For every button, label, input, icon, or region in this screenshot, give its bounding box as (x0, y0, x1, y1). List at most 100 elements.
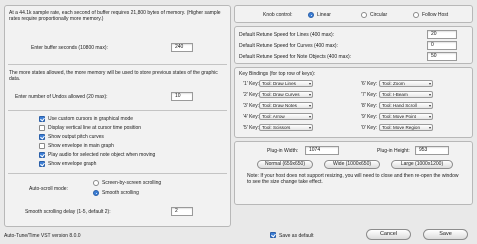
cancel-button[interactable]: Cancel (366, 229, 411, 240)
radio-label: Follow Host (422, 12, 449, 18)
section-divider (8, 64, 227, 65)
popup-value: Tool: Zoom (382, 81, 405, 86)
vertical-line-checkbox[interactable] (39, 125, 45, 131)
plugin-width-field[interactable]: 1074 (305, 146, 339, 155)
save-default-checkbox[interactable] (270, 232, 276, 238)
retune-speed-panel: Default Retune Speed for Lines (400 max)… (234, 26, 473, 64)
popup-value: Tool: Move Region (382, 125, 421, 130)
undo-count-field[interactable]: 10 (171, 92, 193, 101)
smooth-delay-field[interactable]: 2 (171, 207, 193, 216)
checkbox-label: Show envelope graph (48, 161, 97, 167)
popup-value: Tool: Hand Scroll (382, 103, 417, 108)
key-label: '2' Key: (243, 92, 260, 98)
key7-tool-popup[interactable]: Tool: I-Beam ▾ (379, 91, 433, 98)
key-label: '6' Key: (361, 81, 378, 87)
chevron-down-icon: ▾ (428, 114, 431, 119)
popup-value: Tool: I-Beam (382, 92, 408, 97)
screen-scrolling-radio[interactable] (93, 180, 99, 186)
section-divider (8, 110, 227, 111)
popup-value: Tool: Draw Curves (262, 92, 300, 97)
chevron-down-icon: ▾ (308, 92, 311, 97)
radio-label: Screen-by-screen scrolling (102, 180, 162, 186)
retune-lines-label: Default Retune Speed for Lines (400 max)… (239, 32, 335, 38)
envelope-graph-checkbox[interactable] (39, 161, 45, 167)
autoscroll-label: Auto-scroll mode: (29, 186, 68, 192)
key-label: '9' Key: (361, 114, 378, 120)
chevron-down-icon: ▾ (428, 81, 431, 86)
radio-label: Smooth scrolling (102, 190, 139, 196)
checkbox-label: Show output pitch curves (48, 134, 104, 140)
popup-value: Tool: Move Point (382, 114, 416, 119)
key-label: '4' Key: (243, 114, 260, 120)
section-divider (8, 173, 227, 174)
left-settings-panel: At a 44.1k sample rate, each second of b… (4, 5, 231, 227)
checkbox-label: Display vertical line at cursor time pos… (48, 125, 142, 131)
size-normal-button[interactable]: Normal (659x650) (257, 160, 313, 169)
key8-tool-popup[interactable]: Tool: Hand Scroll ▾ (379, 102, 433, 109)
popup-value: Tool: Scissors (262, 125, 291, 130)
retune-notes-field[interactable]: 50 (427, 52, 457, 61)
custom-cursors-checkbox[interactable] (39, 116, 45, 122)
plugin-size-panel: Plug-in Width: 1074 Plug-in Height: 953 … (234, 141, 473, 205)
knob-control-panel: Knob control: Linear Circular Follow Hos… (234, 5, 473, 23)
key-label: '5' Key: (243, 125, 260, 131)
save-default-label: Save as default (279, 233, 314, 239)
buffer-seconds-field[interactable]: 240 (171, 43, 193, 52)
envelope-main-graph-checkbox[interactable] (39, 143, 45, 149)
checkbox-label: Play audio for selected note object when… (48, 152, 156, 158)
plugin-height-label: Plug-in Height: (377, 148, 410, 154)
key3-tool-popup[interactable]: Tool: Draw Notes ▾ (259, 102, 313, 109)
key-bindings-title: Key Bindings (for top row of keys): (239, 71, 316, 77)
key-label: '3' Key: (243, 103, 260, 109)
pitch-curves-checkbox[interactable] (39, 134, 45, 140)
buffer-seconds-label: Enter buffer seconds (10800 max): (31, 45, 108, 51)
chevron-down-icon: ▾ (428, 103, 431, 108)
key1-tool-popup[interactable]: Tool: Draw Lines ▾ (259, 80, 313, 87)
preferences-window: At a 44.1k sample rate, each second of b… (0, 0, 477, 244)
popup-value: Tool: Arrow (262, 114, 285, 119)
key4-tool-popup[interactable]: Tool: Arrow ▾ (259, 113, 313, 120)
smooth-scrolling-radio[interactable] (93, 190, 99, 196)
key5-tool-popup[interactable]: Tool: Scissors ▾ (259, 124, 313, 131)
chevron-down-icon: ▾ (308, 125, 311, 130)
retune-curves-field[interactable]: 0 (427, 41, 457, 50)
size-wide-button[interactable]: Wide (1000x650) (324, 160, 380, 169)
knob-circular-radio[interactable] (361, 12, 367, 18)
radio-label: Circular (370, 12, 388, 18)
key9-tool-popup[interactable]: Tool: Move Point ▾ (379, 113, 433, 120)
resize-note-text: Note: If your host does not support resi… (247, 173, 459, 185)
key-label: '8' Key: (361, 103, 378, 109)
plugin-width-label: Plug-in Width: (267, 148, 299, 154)
popup-value: Tool: Draw Lines (262, 81, 296, 86)
key-label: '0' Key: (361, 125, 378, 131)
chevron-down-icon: ▾ (428, 125, 431, 130)
key2-tool-popup[interactable]: Tool: Draw Curves ▾ (259, 91, 313, 98)
play-audio-checkbox[interactable] (39, 152, 45, 158)
key-bindings-panel: Key Bindings (for top row of keys): '1' … (234, 67, 473, 138)
key-label: '1' Key: (243, 81, 260, 87)
retune-lines-field[interactable]: 20 (427, 30, 457, 39)
save-button[interactable]: Save (423, 229, 468, 240)
chevron-down-icon: ▾ (308, 103, 311, 108)
chevron-down-icon: ▾ (308, 114, 311, 119)
knob-control-label: Knob control: (263, 12, 293, 18)
key6-tool-popup[interactable]: Tool: Zoom ▾ (379, 80, 433, 87)
smooth-delay-label: Smooth scrolling delay (1-5, default 2): (25, 209, 111, 215)
size-large-button[interactable]: Large (1000x1200) (391, 160, 453, 169)
checkbox-label: Use custom cursors in graphical mode (48, 116, 134, 122)
retune-notes-label: Default Retune Speed for Note Objects (4… (239, 54, 352, 60)
buffer-info-text: At a 44.1k sample rate, each second of b… (9, 10, 221, 22)
radio-label: Linear (317, 12, 331, 18)
knob-follow-host-radio[interactable] (413, 12, 419, 18)
plugin-height-field[interactable]: 953 (415, 146, 449, 155)
checkbox-label: Show envelope in main graph (48, 143, 114, 149)
chevron-down-icon: ▾ (428, 92, 431, 97)
undo-info-text: The more states allowed, the more memory… (9, 70, 218, 82)
retune-curves-label: Default Retune Speed for Curves (400 max… (239, 43, 338, 49)
popup-value: Tool: Draw Notes (262, 103, 297, 108)
chevron-down-icon: ▾ (308, 81, 311, 86)
version-label: Auto-Tune/Time VST version 8.0.0 (4, 233, 81, 239)
knob-linear-radio[interactable] (308, 12, 314, 18)
key0-tool-popup[interactable]: Tool: Move Region ▾ (379, 124, 433, 131)
undo-count-label: Enter number of Undos allowed (20 max): (15, 94, 108, 100)
